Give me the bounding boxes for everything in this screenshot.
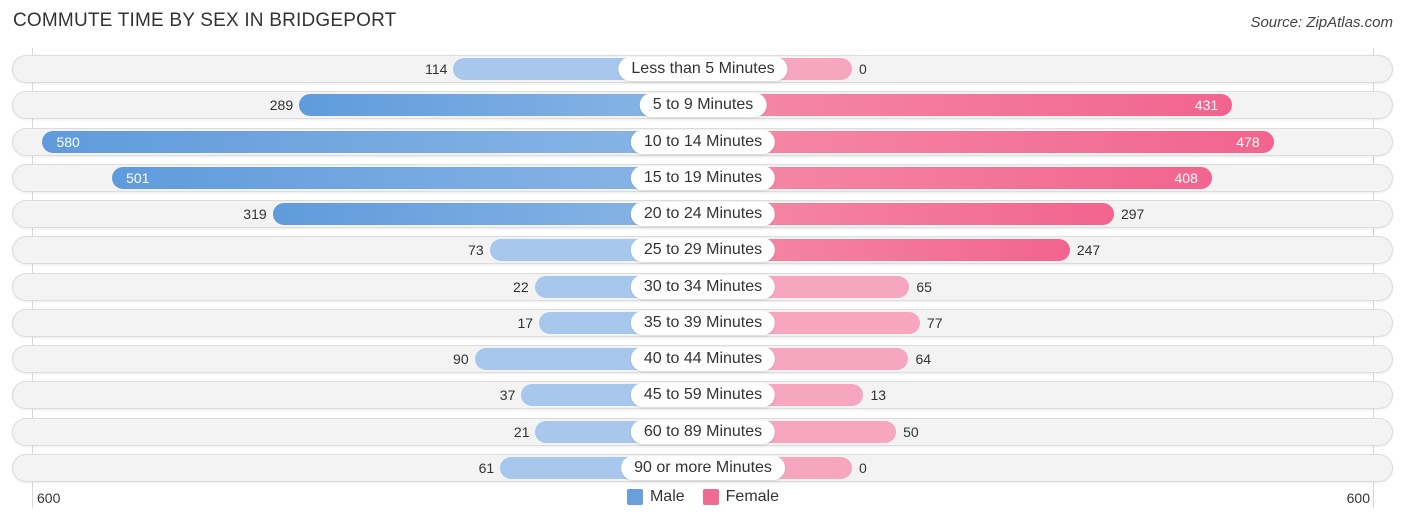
value-label-female: 408 xyxy=(1174,169,1198,186)
value-label-male: 21 xyxy=(513,423,530,440)
value-label-female: 247 xyxy=(1076,242,1101,259)
legend-label-male: Male xyxy=(649,488,685,505)
category-label: 20 to 24 Minutes xyxy=(630,202,776,226)
legend-item-male: Male xyxy=(626,488,685,506)
category-label: Less than 5 Minutes xyxy=(618,57,788,81)
bar-female xyxy=(703,166,1212,189)
value-label-male: 319 xyxy=(243,206,267,222)
category-label: 90 or more Minutes xyxy=(621,455,785,480)
value-label-male: 17 xyxy=(517,314,534,331)
value-label-male: 22 xyxy=(513,278,529,295)
legend-label-female: Female xyxy=(725,488,780,505)
male-swatch xyxy=(626,489,643,505)
value-label-female: 0 xyxy=(859,459,867,476)
category-label: 5 to 9 Minutes xyxy=(639,93,767,118)
value-label-female: 0 xyxy=(859,61,867,77)
value-label-female: 13 xyxy=(870,387,887,404)
category-label: 15 to 19 Minutes xyxy=(630,165,776,190)
value-label-male: 289 xyxy=(269,97,294,114)
category-label: 60 to 89 Minutes xyxy=(630,419,776,444)
chart-title: COMMUTE TIME BY SEX IN BRIDGEPORT xyxy=(13,10,397,31)
bar-male xyxy=(112,166,703,189)
value-label-male: 61 xyxy=(478,459,495,476)
value-label-female: 77 xyxy=(926,314,943,331)
value-label-female: 478 xyxy=(1236,133,1260,150)
value-label-male: 90 xyxy=(453,351,469,367)
value-label-female: 297 xyxy=(1120,206,1145,222)
value-label-male: 580 xyxy=(56,133,80,150)
category-label: 10 to 14 Minutes xyxy=(630,129,776,154)
bar-female xyxy=(703,130,1274,153)
value-label-male: 37 xyxy=(499,387,516,404)
category-label: 40 to 44 Minutes xyxy=(630,347,776,371)
source-credit: Source: ZipAtlas.com xyxy=(1250,14,1393,31)
value-label-male: 73 xyxy=(468,242,484,259)
value-label-male: 501 xyxy=(126,169,150,186)
value-label-female: 50 xyxy=(903,423,919,440)
bar-female xyxy=(703,94,1233,117)
bar-male xyxy=(42,130,703,153)
value-label-female: 65 xyxy=(916,278,932,295)
category-label: 45 to 59 Minutes xyxy=(630,383,776,408)
legend-item-female: Female xyxy=(702,488,780,506)
female-swatch xyxy=(702,489,719,505)
category-label: 25 to 29 Minutes xyxy=(630,238,776,263)
category-label: 35 to 39 Minutes xyxy=(630,310,776,335)
value-label-female: 431 xyxy=(1194,97,1219,114)
legend: Male Female xyxy=(0,488,1406,506)
value-label-male: 114 xyxy=(425,61,448,77)
category-label: 30 to 34 Minutes xyxy=(630,274,776,299)
value-label-female: 64 xyxy=(915,351,932,367)
